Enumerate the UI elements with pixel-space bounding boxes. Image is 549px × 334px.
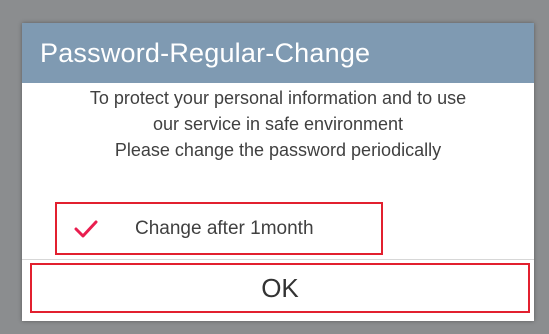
- message-line-2: our service in safe environment: [152, 114, 404, 134]
- button-divider: [22, 259, 534, 260]
- dialog-header: Password-Regular-Change: [22, 23, 534, 83]
- ok-button[interactable]: OK: [30, 263, 530, 313]
- change-later-checkbox-row[interactable]: Change after 1month: [55, 202, 383, 255]
- checkbox-label: Change after 1month: [135, 217, 314, 239]
- dialog-message: To protect your personal information and…: [22, 85, 534, 163]
- checkmark-icon[interactable]: [73, 216, 99, 242]
- dialog-title: Password-Regular-Change: [40, 37, 371, 68]
- message-line-1: To protect your personal information and…: [89, 88, 467, 108]
- message-line-3: Please change the password periodically: [114, 140, 442, 160]
- password-change-dialog: Password-Regular-Change To protect your …: [22, 23, 534, 321]
